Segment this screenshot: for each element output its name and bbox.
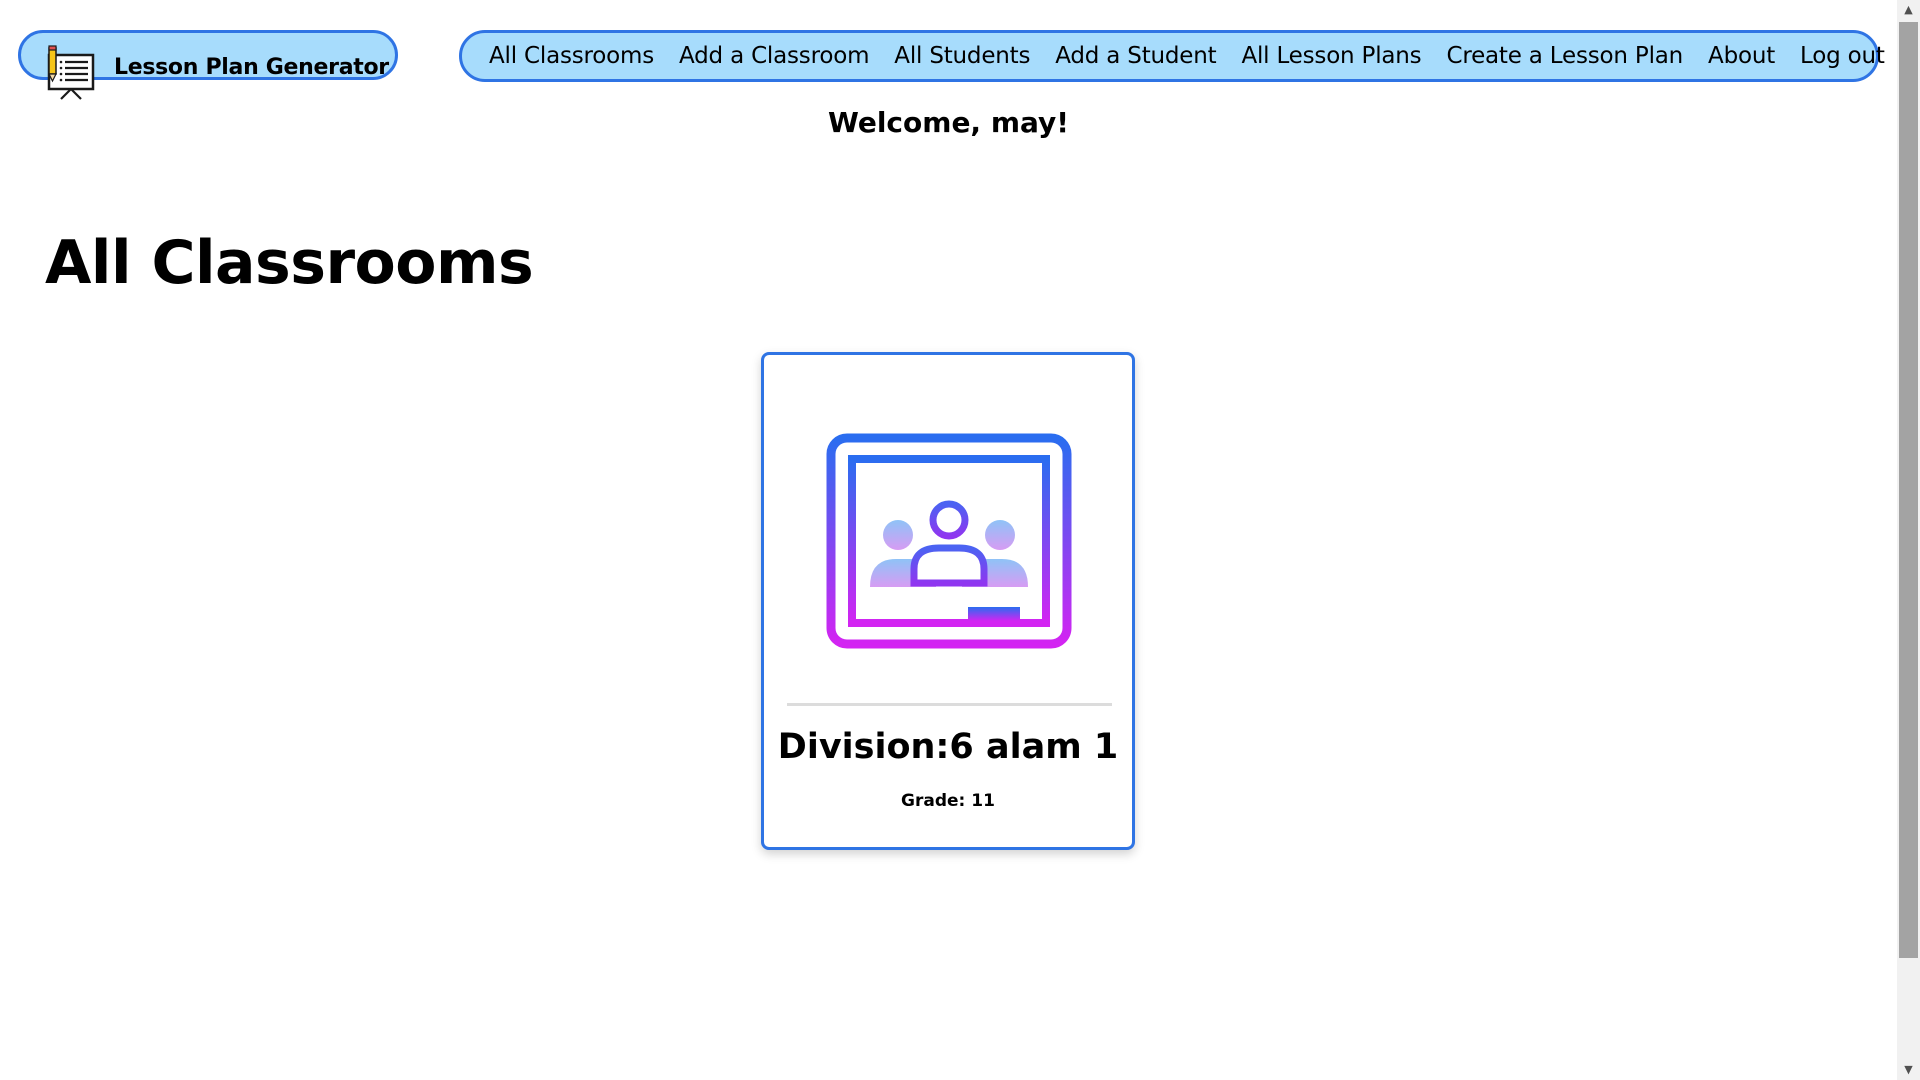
nav-add-classroom[interactable]: Add a Classroom — [679, 43, 869, 69]
google-classroom-icon — [826, 433, 1072, 649]
nav-all-students[interactable]: All Students — [894, 43, 1030, 69]
nav-about[interactable]: About — [1708, 43, 1775, 69]
classroom-grade: Grade: 11 — [901, 791, 995, 811]
vertical-scrollbar[interactable]: ▲ ▼ — [1897, 0, 1920, 1080]
page: Lesson Plan Generator All Classrooms Add… — [0, 0, 1897, 1080]
welcome-message: Welcome, may! — [827, 106, 1070, 139]
nav-create-lesson-plan[interactable]: Create a Lesson Plan — [1446, 43, 1683, 69]
nav-all-classrooms[interactable]: All Classrooms — [489, 43, 654, 69]
scroll-thumb[interactable] — [1899, 22, 1918, 958]
classroom-card[interactable]: Division:6 alam 1 Grade: 11 — [761, 352, 1135, 850]
lesson-plan-board-icon — [47, 45, 95, 100]
scroll-down-arrow-icon[interactable]: ▼ — [1897, 1060, 1920, 1080]
brand-home-link[interactable]: Lesson Plan Generator — [18, 30, 398, 100]
classroom-title: Division:6 alam 1 — [777, 727, 1119, 767]
scroll-up-arrow-icon[interactable]: ▲ — [1897, 0, 1920, 20]
nav-all-lesson-plans[interactable]: All Lesson Plans — [1241, 43, 1421, 69]
main-nav: All Classrooms Add a Classroom All Stude… — [459, 30, 1885, 82]
card-divider — [787, 703, 1112, 706]
brand-title: Lesson Plan Generator — [114, 55, 389, 80]
page-title: All Classrooms — [45, 228, 534, 298]
nav-add-student[interactable]: Add a Student — [1055, 43, 1216, 69]
nav-log-out[interactable]: Log out — [1800, 43, 1885, 69]
